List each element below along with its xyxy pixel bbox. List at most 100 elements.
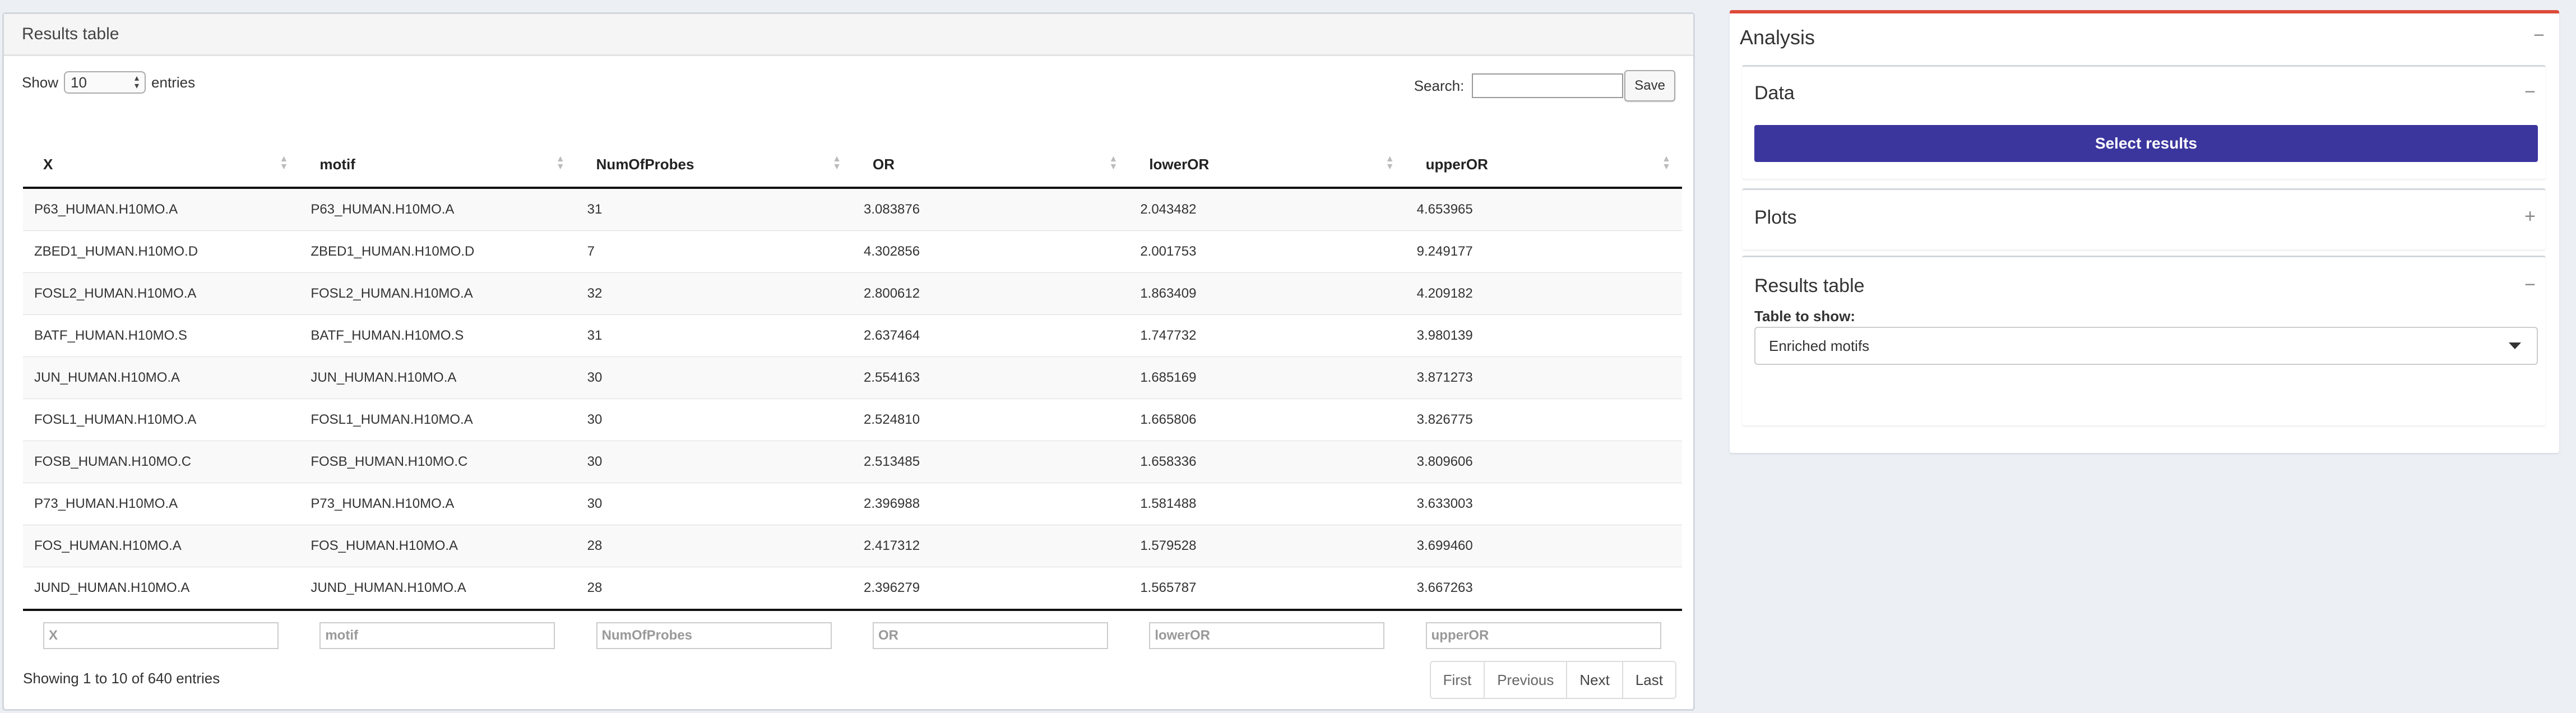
- sort-icon: ▲ ▼: [1662, 154, 1671, 172]
- filter-input-numofprobes[interactable]: NumOfProbes: [596, 622, 832, 649]
- table-cell: 1.565787: [1129, 567, 1406, 610]
- table-cell: 30: [576, 356, 853, 399]
- minus-icon[interactable]: −: [2524, 274, 2536, 296]
- filter-input-lower-or[interactable]: lowerOR: [1149, 622, 1385, 649]
- table-cell: 3.980139: [1405, 314, 1682, 357]
- table-cell: 1.665806: [1129, 399, 1406, 441]
- table-body: P63_HUMAN.H10MO.A P63_HUMAN.H10MO.A 31 3.08…: [23, 187, 1682, 610]
- table-cell: 2.524810: [852, 399, 1129, 441]
- select-arrows-icon: ▴ ▾: [135, 73, 140, 91]
- table-cell: 2.800612: [852, 272, 1129, 315]
- table-cell: P73_HUMAN.H10MO.A: [299, 483, 576, 525]
- column-filter-row: X motif NumOfProbes OR lowerOR upperOR: [23, 609, 1682, 660]
- table-cell: 2.396279: [852, 567, 1129, 610]
- table-to-show-select[interactable]: Enriched motifs: [1754, 327, 2538, 365]
- data-box-title: Data: [1754, 82, 1795, 104]
- table-cell: 2.043482: [1129, 187, 1406, 231]
- table-cell: 3.826775: [1405, 399, 1682, 441]
- table-to-show-value: Enriched motifs: [1769, 337, 1870, 354]
- filter-input-x[interactable]: X: [43, 622, 279, 649]
- table-cell: ZBED1_HUMAN.H10MO.D: [299, 230, 576, 273]
- filter-input-upper-or[interactable]: upperOR: [1425, 622, 1661, 649]
- table-cell: FOSL2_HUMAN.H10MO.A: [23, 272, 300, 315]
- column-header-lower-or[interactable]: lowerOR ▲ ▼: [1129, 142, 1406, 189]
- results-table-box: Results table Show 10 ▴ ▾ entries Search:…: [2, 12, 1695, 711]
- results-table-title: Results table: [22, 25, 119, 43]
- table-cell: 28: [576, 567, 853, 610]
- table-cell: FOS_HUMAN.H10MO.A: [23, 525, 300, 567]
- table-cell: 2.637464: [852, 314, 1129, 357]
- table-cell: 31: [576, 187, 853, 231]
- table-cell: 3.083876: [852, 187, 1129, 231]
- table-cell: 2.417312: [852, 525, 1129, 567]
- table-cell: 31: [576, 314, 853, 357]
- table-row[interactable]: FOS_HUMAN.H10MO.A FOS_HUMAN.H10MO.A 28 2.41…: [23, 525, 1682, 567]
- table-cell: 2.001753: [1129, 230, 1406, 273]
- table-cell: BATF_HUMAN.H10MO.S: [299, 314, 576, 357]
- data-box: Data − Select results: [1742, 65, 2546, 179]
- filter-input-or[interactable]: OR: [872, 622, 1108, 649]
- page-previous-button[interactable]: Previous: [1484, 662, 1566, 698]
- entries-label: entries: [151, 73, 196, 91]
- results-table-control-box: Results table − Table to show: Enriched …: [1742, 256, 2546, 425]
- table-info: Showing 1 to 10 of 640 entries: [23, 670, 220, 687]
- table-row[interactable]: JUND_HUMAN.H10MO.A JUND_HUMAN.H10MO.A 28 2.…: [23, 567, 1682, 610]
- search-control: Search: Save: [1414, 70, 1675, 101]
- page-last-button[interactable]: Last: [1621, 662, 1675, 698]
- sort-icon: ▲ ▼: [555, 154, 565, 172]
- minus-icon[interactable]: −: [2524, 81, 2536, 103]
- select-results-button[interactable]: Select results: [1754, 125, 2538, 162]
- table-cell: 4.209182: [1405, 272, 1682, 315]
- column-header-x[interactable]: X ▲ ▼: [23, 142, 300, 189]
- table-header-row: X ▲ ▼ motif ▲ ▼ NumOfProbes ▲ ▼ OR ▲ ▼ lowerOR ▲ ▼…: [23, 142, 1682, 189]
- table-row[interactable]: JUN_HUMAN.H10MO.A JUN_HUMAN.H10MO.A 30 2.55…: [23, 356, 1682, 399]
- table-cell: BATF_HUMAN.H10MO.S: [23, 314, 300, 357]
- search-input[interactable]: [1472, 73, 1624, 98]
- table-cell: 3.871273: [1405, 356, 1682, 399]
- table-row[interactable]: FOSL1_HUMAN.H10MO.A FOSL1_HUMAN.H10MO.A 30…: [23, 399, 1682, 441]
- table-cell: JUN_HUMAN.H10MO.A: [23, 356, 300, 399]
- table-row[interactable]: ZBED1_HUMAN.H10MO.D ZBED1_HUMAN.H10MO.D 7 4…: [23, 230, 1682, 273]
- table-cell: JUND_HUMAN.H10MO.A: [23, 567, 300, 610]
- table-cell: FOSB_HUMAN.H10MO.C: [23, 441, 300, 483]
- table-to-show-label: Table to show:: [1754, 308, 1856, 325]
- sort-icon: ▲ ▼: [1385, 154, 1394, 172]
- results-table-header: Results table: [4, 14, 1693, 56]
- table-row[interactable]: P73_HUMAN.H10MO.A P73_HUMAN.H10MO.A 30 2.39…: [23, 483, 1682, 525]
- search-label: Search:: [1414, 77, 1465, 94]
- table-row[interactable]: FOSB_HUMAN.H10MO.C FOSB_HUMAN.H10MO.C 30 2.…: [23, 441, 1682, 483]
- table-row[interactable]: BATF_HUMAN.H10MO.S BATF_HUMAN.H10MO.S 31 2.…: [23, 314, 1682, 357]
- entries-length-value: 10: [71, 73, 87, 91]
- table-cell: P73_HUMAN.H10MO.A: [23, 483, 300, 525]
- sort-icon: ▲ ▼: [1109, 154, 1118, 172]
- page-next-button[interactable]: Next: [1566, 662, 1621, 698]
- sort-icon: ▲ ▼: [279, 154, 289, 172]
- table-row[interactable]: FOSL2_HUMAN.H10MO.A FOSL2_HUMAN.H10MO.A 32…: [23, 272, 1682, 315]
- table-cell: P63_HUMAN.H10MO.A: [299, 187, 576, 231]
- analysis-title: Analysis: [1740, 26, 1815, 49]
- caret-down-icon: [2509, 342, 2521, 349]
- save-button[interactable]: Save: [1624, 70, 1675, 101]
- table-cell: FOSL1_HUMAN.H10MO.A: [299, 399, 576, 441]
- plus-icon[interactable]: +: [2524, 206, 2536, 228]
- table-cell: ZBED1_HUMAN.H10MO.D: [23, 230, 300, 273]
- length-control: Show 10 ▴ ▾ entries: [22, 71, 195, 94]
- minus-icon[interactable]: −: [2533, 25, 2545, 47]
- column-header-or[interactable]: OR ▲ ▼: [852, 142, 1129, 189]
- table-cell: 1.685169: [1129, 356, 1406, 399]
- column-header-numofprobes[interactable]: NumOfProbes ▲ ▼: [576, 142, 853, 189]
- table-cell: 3.699460: [1405, 525, 1682, 567]
- filter-input-motif[interactable]: motif: [319, 622, 555, 649]
- table-cell: 1.581488: [1129, 483, 1406, 525]
- show-label: Show: [22, 73, 59, 91]
- table-cell: FOSB_HUMAN.H10MO.C: [299, 441, 576, 483]
- table-cell: 9.249177: [1405, 230, 1682, 273]
- column-header-upper-or[interactable]: upperOR ▲ ▼: [1405, 142, 1682, 189]
- table-cell: JUN_HUMAN.H10MO.A: [299, 356, 576, 399]
- table-cell: 30: [576, 399, 853, 441]
- table-cell: FOSL1_HUMAN.H10MO.A: [23, 399, 300, 441]
- column-header-motif[interactable]: motif ▲ ▼: [299, 142, 576, 189]
- entries-length-select[interactable]: 10 ▴ ▾: [64, 71, 146, 94]
- page-first-button[interactable]: First: [1431, 662, 1484, 698]
- table-row[interactable]: P63_HUMAN.H10MO.A P63_HUMAN.H10MO.A 31 3.08…: [23, 187, 1682, 231]
